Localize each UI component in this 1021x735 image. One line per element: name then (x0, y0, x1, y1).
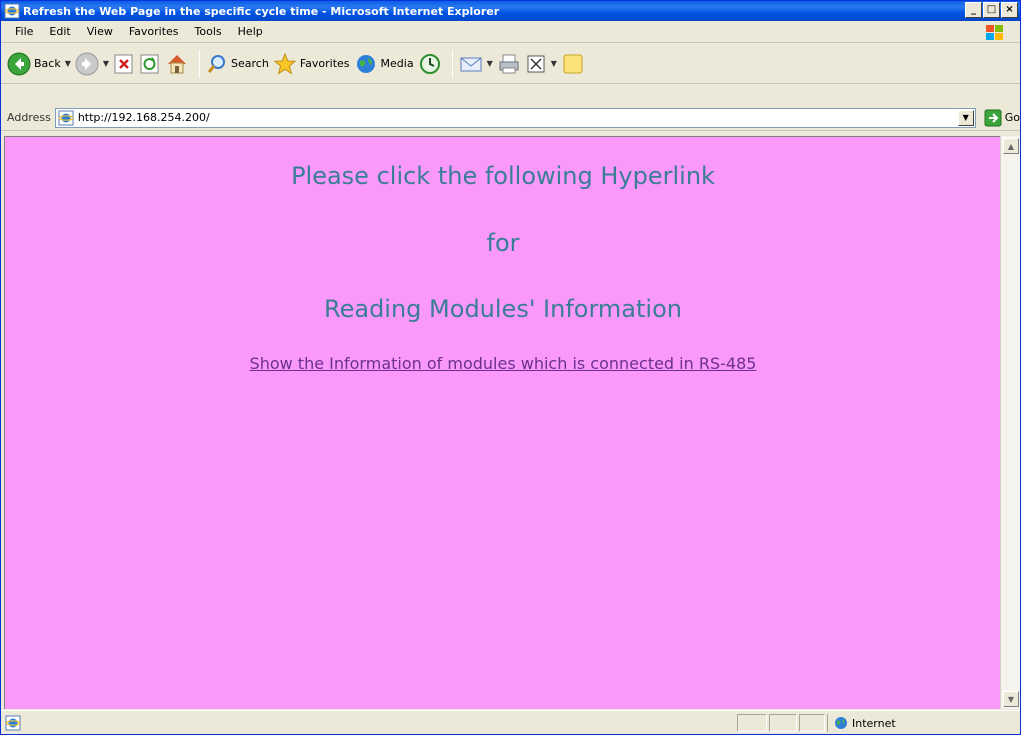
security-zone: Internet (827, 714, 1017, 732)
window-controls: _ □ × (965, 2, 1018, 18)
status-panel (737, 714, 767, 732)
menu-tools[interactable]: Tools (187, 25, 230, 38)
media-label: Media (380, 57, 414, 70)
modules-info-link[interactable]: Show the Information of modules which is… (250, 354, 757, 373)
mail-button[interactable]: ▼ (459, 49, 493, 79)
chevron-down-icon[interactable]: ▼ (957, 109, 974, 126)
page-heading-line2: for (486, 229, 520, 257)
vertical-scrollbar[interactable]: ▲ ▼ (1000, 136, 1020, 709)
status-panel (799, 714, 825, 732)
status-bar: Internet (1, 710, 1020, 734)
search-icon (207, 54, 226, 73)
ie-page-icon (58, 110, 74, 125)
modules-info-link-container: Show the Information of modules which is… (5, 354, 1001, 373)
ie-page-icon (5, 715, 21, 730)
back-arrow-icon (7, 52, 31, 75)
toolbar-separator (199, 49, 201, 78)
chevron-down-icon[interactable]: ▼ (487, 59, 493, 68)
stop-button[interactable] (113, 49, 135, 79)
favorites-star-icon (273, 52, 297, 75)
media-button[interactable]: Media (354, 49, 414, 79)
address-input[interactable] (77, 111, 958, 124)
windows-logo-icon (986, 25, 1003, 40)
forward-button[interactable]: ▼ (75, 49, 109, 79)
internet-globe-icon (835, 717, 847, 729)
menu-view[interactable]: View (79, 25, 121, 38)
page-heading-line1: Please click the following Hyperlink (291, 162, 715, 190)
minimize-button[interactable]: _ (965, 2, 982, 18)
page-heading-line3: Reading Modules' Information (324, 295, 682, 323)
chevron-down-icon[interactable]: ▼ (103, 59, 109, 68)
edit-button[interactable]: ▼ (525, 49, 557, 79)
note-icon (563, 54, 583, 73)
stop-icon (114, 54, 133, 73)
discuss-button[interactable] (561, 49, 585, 79)
menu-edit[interactable]: Edit (41, 25, 78, 38)
maximize-button[interactable]: □ (983, 2, 1000, 18)
ie-page-icon (4, 3, 20, 19)
media-globe-icon (356, 54, 375, 73)
favorites-button[interactable]: Favorites (273, 49, 350, 79)
menu-bar: File Edit View Favorites Tools Help (1, 21, 1020, 43)
menu-help[interactable]: Help (230, 25, 271, 38)
print-button[interactable] (497, 49, 521, 79)
mail-icon (460, 57, 482, 71)
status-panel (769, 714, 797, 732)
chevron-down-icon[interactable]: ▼ (551, 59, 557, 68)
edit-document-icon (527, 55, 545, 72)
menu-favorites[interactable]: Favorites (121, 25, 187, 38)
zone-label: Internet (852, 716, 896, 730)
refresh-button[interactable] (139, 49, 161, 79)
favorites-label: Favorites (299, 57, 350, 70)
forward-arrow-icon (75, 52, 99, 75)
search-button[interactable]: Search (206, 49, 269, 79)
back-button[interactable]: Back ▼ (7, 49, 71, 79)
scroll-down-button[interactable]: ▼ (1003, 691, 1019, 707)
scroll-up-button[interactable]: ▲ (1003, 138, 1019, 154)
home-button[interactable] (165, 49, 189, 79)
standard-toolbar: Back ▼ ▼ Search Favorites Media ▼ ▼ (1, 44, 1020, 84)
chevron-down-icon[interactable]: ▼ (65, 59, 71, 68)
home-icon (168, 54, 187, 73)
title-bar[interactable]: Refresh the Web Page in the specific cyc… (1, 1, 1020, 21)
go-arrow-icon (984, 109, 1002, 126)
address-field[interactable]: ▼ (54, 107, 976, 128)
address-bar: Address ▼ Go (1, 105, 1020, 131)
back-label: Back (34, 57, 61, 70)
go-button[interactable]: Go (984, 109, 1020, 127)
search-label: Search (231, 57, 269, 70)
browser-window: Refresh the Web Page in the specific cyc… (0, 0, 1021, 735)
refresh-icon (140, 54, 159, 73)
close-button[interactable]: × (1001, 2, 1018, 18)
printer-icon (499, 54, 519, 73)
history-clock-icon (419, 53, 440, 74)
window-title: Refresh the Web Page in the specific cyc… (23, 4, 500, 18)
page-content: Please click the following Hyperlink for… (4, 136, 1000, 709)
menu-file[interactable]: File (7, 25, 41, 38)
toolbar-separator (451, 49, 453, 78)
go-label: Go (1004, 111, 1020, 124)
address-label: Address (7, 111, 51, 124)
history-button[interactable] (418, 49, 442, 79)
